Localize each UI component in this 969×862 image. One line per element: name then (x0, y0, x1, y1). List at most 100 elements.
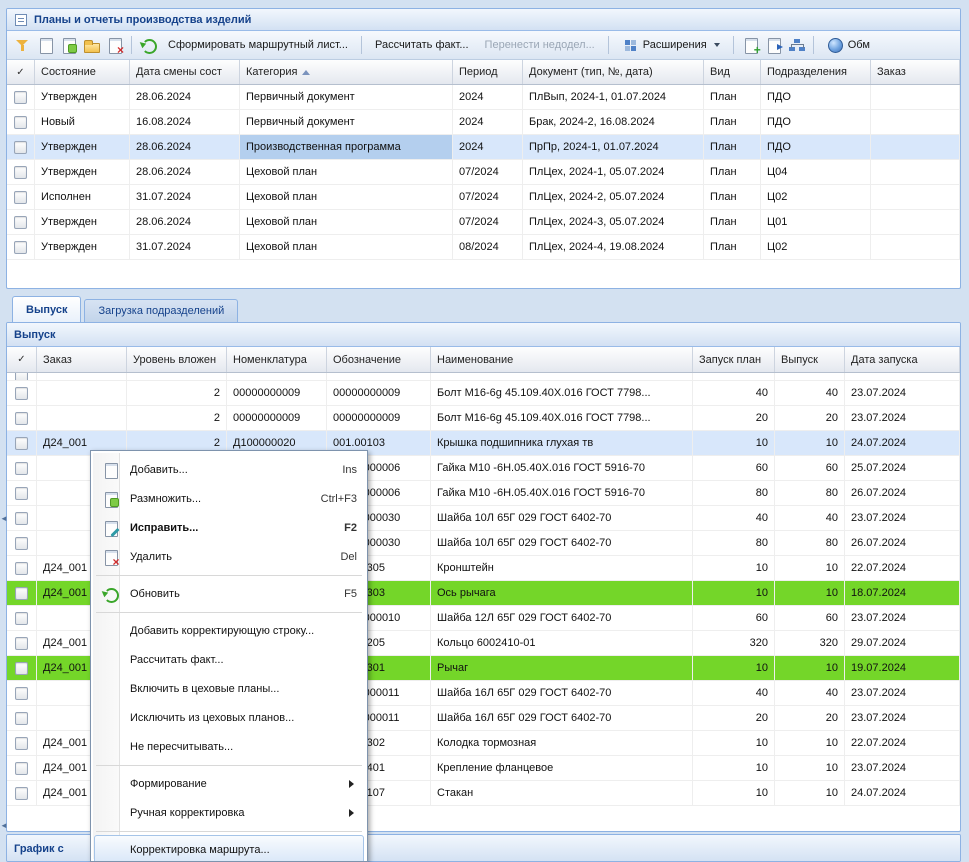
row-checkbox[interactable] (15, 637, 28, 650)
row-checkbox[interactable] (14, 166, 27, 179)
column-header-7[interactable]: Выпуск (775, 347, 845, 372)
row-checkbox[interactable] (14, 116, 27, 129)
column-header-7[interactable]: Подразделения (761, 60, 871, 84)
row-checkbox[interactable] (14, 91, 27, 104)
transfer-backlog-button[interactable]: Перенести недодел... (477, 37, 603, 53)
sort-asc-icon (302, 70, 310, 75)
menu-item-edit[interactable]: Исправить...F2 (94, 513, 364, 542)
menu-item-formation[interactable]: Формирование (94, 769, 364, 798)
cell: 10 (693, 656, 775, 680)
row-checkbox[interactable] (15, 373, 28, 380)
row-checkbox[interactable] (15, 687, 28, 700)
row-checkbox[interactable] (14, 216, 27, 229)
row-checkbox[interactable] (14, 141, 27, 154)
row-checkbox[interactable] (15, 562, 28, 575)
column-header-3[interactable]: Номенклатура (227, 347, 327, 372)
refresh-icon (140, 37, 157, 53)
collapse-left-icon[interactable] (0, 819, 8, 833)
column-header-2[interactable]: Уровень вложен (127, 347, 227, 372)
column-header-8[interactable]: Дата запуска (845, 347, 960, 372)
cell (845, 373, 960, 380)
menu-item-manual-correction[interactable]: Ручная корректировка (94, 798, 364, 827)
copy-doc-icon (102, 491, 119, 507)
toolbar-separator (131, 36, 132, 54)
table-row[interactable]: Утвержден28.06.2024Первичный документ202… (7, 85, 960, 110)
select-all-header[interactable]: ✓ (7, 60, 35, 84)
row-checkbox[interactable] (15, 462, 28, 475)
tab-department-load[interactable]: Загрузка подразделений (84, 299, 238, 322)
orgchart-button[interactable] (785, 35, 808, 55)
filter-button[interactable] (11, 35, 34, 55)
row-checkbox[interactable] (15, 437, 28, 450)
menu-item-delete[interactable]: УдалитьDel (94, 542, 364, 571)
menu-item-route-correction[interactable]: Корректировка маршрута... (94, 835, 364, 862)
menu-item-calculate-fact[interactable]: Рассчитать факт... (94, 645, 364, 674)
tab-output[interactable]: Выпуск (12, 296, 81, 322)
add-button[interactable] (34, 35, 57, 55)
doc-add-button[interactable] (739, 35, 762, 55)
column-header-1[interactable]: Заказ (37, 347, 127, 372)
column-header-8[interactable]: Заказ (871, 60, 960, 84)
row-checkbox[interactable] (14, 191, 27, 204)
cell: 18.07.2024 (845, 581, 960, 605)
row-checkbox[interactable] (15, 387, 28, 400)
row-checkbox[interactable] (15, 662, 28, 675)
copy-doc-icon (60, 37, 77, 53)
exchange-button[interactable]: Обм (819, 35, 878, 55)
duplicate-button[interactable] (57, 35, 80, 55)
row-checkbox[interactable] (15, 587, 28, 600)
doc-plus-icon (742, 37, 759, 53)
row-checkbox[interactable] (15, 787, 28, 800)
row-checkbox[interactable] (15, 487, 28, 500)
table-row[interactable]: Утвержден31.07.2024Цеховой план08/2024Пл… (7, 235, 960, 260)
table-row[interactable]: 20000000000900000000009Болт М16-6g 45.10… (7, 381, 960, 406)
column-header-6[interactable]: Запуск план (693, 347, 775, 372)
menu-item-add-correcting-row[interactable]: Добавить корректирующую строку... (94, 616, 364, 645)
menu-item-refresh[interactable]: ОбновитьF5 (94, 579, 364, 608)
table-row[interactable]: Исполнен31.07.2024Цеховой план07/2024ПлЦ… (7, 185, 960, 210)
doc-export-button[interactable] (762, 35, 785, 55)
column-header-1[interactable]: Состояние (35, 60, 130, 84)
cell: 10 (693, 581, 775, 605)
table-row[interactable]: Новый16.08.2024Первичный документ2024Бра… (7, 110, 960, 135)
menu-item-include-shop-plans[interactable]: Включить в цеховые планы... (94, 674, 364, 703)
table-row[interactable]: Утвержден28.06.2024Цеховой план07/2024Пл… (7, 160, 960, 185)
column-header-4[interactable]: Период (453, 60, 523, 84)
generate-route-sheet-button[interactable]: Сформировать маршрутный лист... (160, 37, 356, 53)
extensions-button[interactable]: Расширения (614, 35, 728, 55)
table-row[interactable]: Утвержден28.06.2024Производственная прог… (7, 135, 960, 160)
menu-item-no-recalculate[interactable]: Не пересчитывать... (94, 732, 364, 761)
column-header-6[interactable]: Вид (704, 60, 761, 84)
menu-item-exclude-shop-plans[interactable]: Исключить из цеховых планов... (94, 703, 364, 732)
menu-item-duplicate[interactable]: Размножить...Ctrl+F3 (94, 484, 364, 513)
cell: Первичный документ (240, 110, 453, 134)
row-checkbox[interactable] (15, 612, 28, 625)
cell: 80 (693, 481, 775, 505)
open-button[interactable] (80, 35, 103, 55)
column-header-5[interactable]: Документ (тип, №, дата) (523, 60, 704, 84)
delete-button[interactable] (103, 35, 126, 55)
column-header-2[interactable]: Дата смены сост (130, 60, 240, 84)
row-checkbox[interactable] (15, 762, 28, 775)
table-row[interactable]: Утвержден28.06.2024Цеховой план07/2024Пл… (7, 210, 960, 235)
cell: 29.07.2024 (845, 631, 960, 655)
column-header-4[interactable]: Обозначение (327, 347, 431, 372)
row-checkbox[interactable] (15, 412, 28, 425)
menu-item-add[interactable]: Добавить...Ins (94, 455, 364, 484)
row-checkbox[interactable] (14, 241, 27, 254)
table-row[interactable]: 20000000000900000000009Болт М16-6g 45.10… (7, 406, 960, 431)
refresh-button[interactable] (137, 35, 160, 55)
row-select-cell (7, 185, 35, 209)
collapse-left-icon[interactable] (0, 512, 8, 526)
column-header-3[interactable]: Категория (240, 60, 453, 84)
row-checkbox[interactable] (15, 512, 28, 525)
column-header-label: Обозначение (333, 354, 401, 366)
select-all-header[interactable]: ✓ (7, 347, 37, 372)
column-header-label: Запуск план (699, 354, 761, 366)
table-row[interactable] (7, 373, 960, 381)
calculate-fact-button[interactable]: Рассчитать факт... (367, 37, 477, 53)
row-checkbox[interactable] (15, 737, 28, 750)
row-checkbox[interactable] (15, 537, 28, 550)
row-checkbox[interactable] (15, 712, 28, 725)
column-header-5[interactable]: Наименование (431, 347, 693, 372)
